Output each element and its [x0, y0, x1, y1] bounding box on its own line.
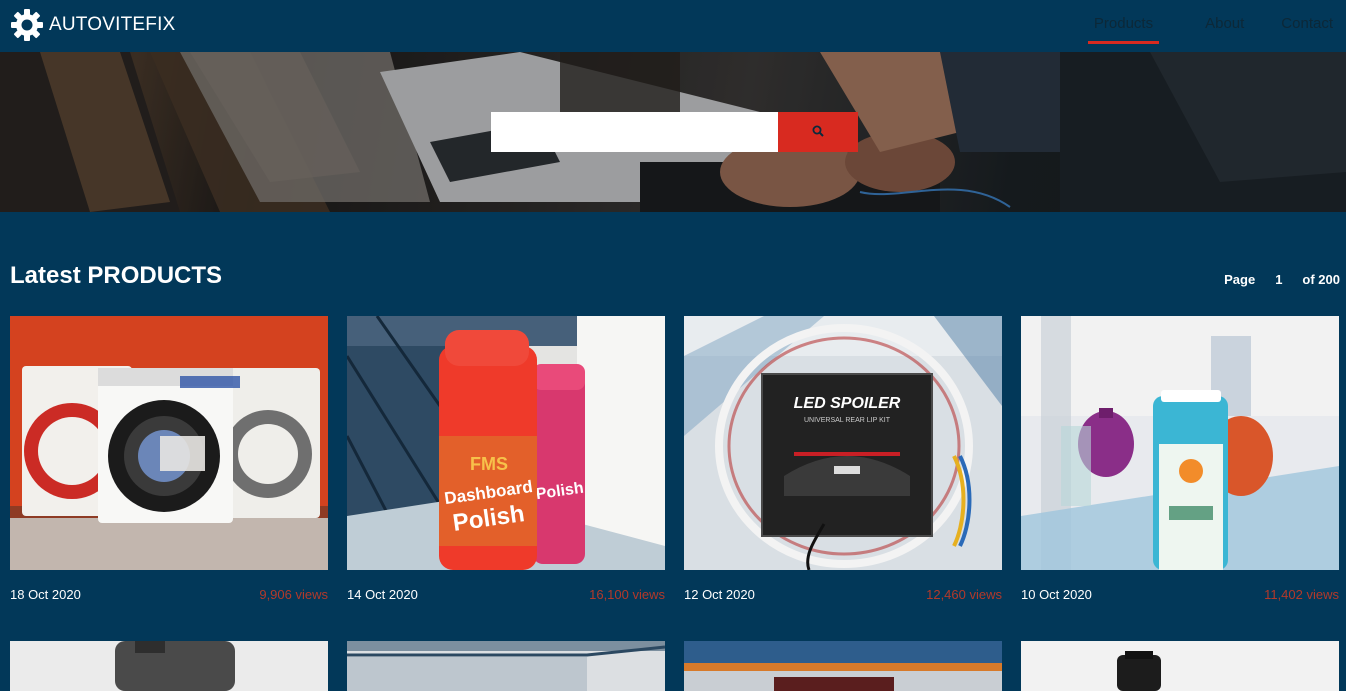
nav-link-contact[interactable]: Contact	[1281, 0, 1333, 44]
product-views: 11,402 views	[1264, 587, 1339, 602]
product-date: 18 Oct 2020	[10, 587, 81, 602]
product-views: 9,906 views	[259, 587, 328, 602]
brand-logo[interactable]: AUTOVITEFIX	[10, 8, 175, 42]
search-icon	[812, 125, 824, 140]
product-card-partial[interactable]	[1021, 641, 1339, 691]
search-input[interactable]	[491, 112, 778, 152]
product-card[interactable]: 10 Oct 2020 11,402 views	[1021, 316, 1339, 609]
product-card[interactable]: 18 Oct 2020 9,906 views	[10, 316, 328, 609]
product-views: 12,460 views	[926, 587, 1002, 602]
gear-icon	[10, 8, 44, 42]
nav-link-products[interactable]: Products	[1087, 0, 1160, 44]
product-image[interactable]: Polish FMS Dashboard Polish	[347, 316, 665, 570]
product-card-partial[interactable]	[347, 641, 665, 691]
pagination: Page 1 of 200	[1224, 272, 1340, 287]
top-navbar: AUTOVITEFIX Products About Contact	[0, 0, 1346, 52]
product-date: 14 Oct 2020	[347, 587, 418, 602]
product-card[interactable]: Polish FMS Dashboard Polish 14 Oct 2020 …	[347, 316, 665, 609]
search-button[interactable]	[778, 112, 858, 152]
box-text-line1: LED SPOILER	[794, 395, 901, 412]
product-date: 12 Oct 2020	[684, 587, 755, 602]
product-image[interactable]	[10, 316, 328, 570]
brand-name: AUTOVITEFIX	[49, 14, 176, 35]
nav-menu: Products About Contact	[1087, 0, 1346, 52]
product-image[interactable]	[1021, 316, 1339, 570]
product-card-partial[interactable]	[684, 641, 1002, 691]
total-pages: of 200	[1302, 272, 1340, 287]
section-title: Latest PRODUCTS	[10, 262, 223, 289]
can-brand-text: FMS	[470, 454, 508, 474]
box-text-line2: UNIVERSAL REAR LIP KIT	[804, 417, 891, 424]
product-views: 16,100 views	[589, 587, 665, 602]
current-page[interactable]: 1	[1275, 272, 1282, 287]
product-date: 10 Oct 2020	[1021, 587, 1092, 602]
product-card[interactable]: LED SPOILER UNIVERSAL REAR LIP KIT 12 Oc…	[684, 316, 1002, 609]
page-label: Page	[1224, 272, 1256, 287]
hero-banner	[0, 52, 1346, 212]
product-image[interactable]: LED SPOILER UNIVERSAL REAR LIP KIT	[684, 316, 1002, 570]
product-card-partial[interactable]	[10, 641, 328, 691]
nav-link-about[interactable]: About	[1205, 0, 1244, 44]
